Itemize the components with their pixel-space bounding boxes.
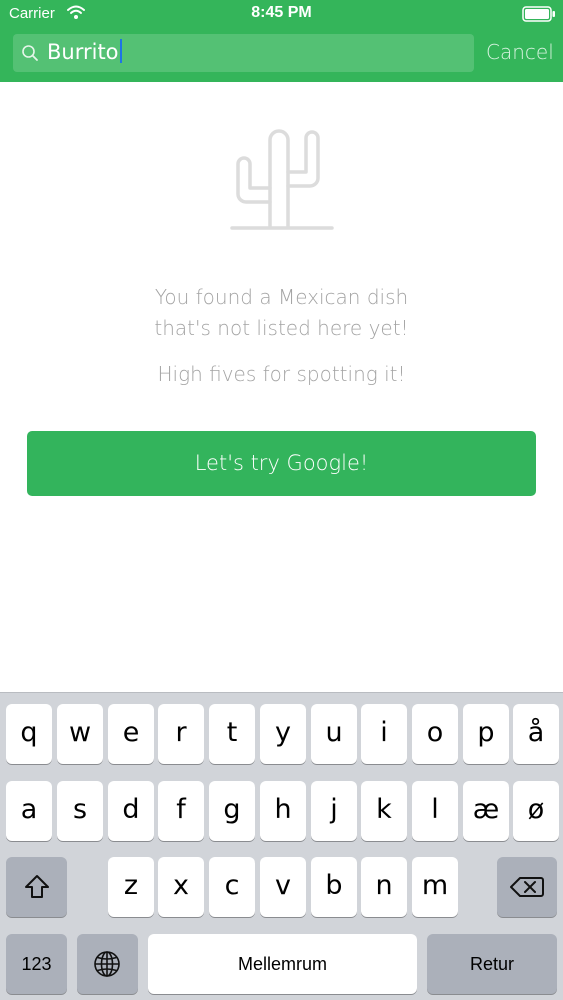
key-w[interactable]: w	[57, 704, 103, 764]
try-google-button[interactable]: Let's try Google!	[27, 431, 536, 496]
key-o-slash[interactable]: ø	[513, 781, 559, 841]
key-a[interactable]: a	[6, 781, 52, 841]
empty-state-message: You found a Mexican dish that's not list…	[0, 282, 563, 344]
search-query: Burrito	[47, 39, 122, 64]
key-y[interactable]: y	[260, 704, 306, 764]
status-bar: Carrier 8:45 PM	[0, 0, 563, 30]
message-line-1: You found a Mexican dish	[154, 285, 409, 309]
globe-key[interactable]	[77, 934, 138, 994]
cactus-icon	[230, 129, 334, 230]
key-l[interactable]: l	[412, 781, 458, 841]
globe-icon	[94, 951, 120, 977]
key-g[interactable]: g	[209, 781, 255, 841]
shift-icon	[25, 875, 49, 898]
key-ae[interactable]: æ	[463, 781, 509, 841]
key-v[interactable]: v	[260, 857, 306, 917]
empty-state-subtext: High fives for spotting it!	[157, 362, 406, 386]
numbers-key[interactable]: 123	[6, 934, 67, 994]
return-key[interactable]: Retur	[427, 934, 557, 994]
key-k[interactable]: k	[361, 781, 407, 841]
search-icon	[22, 45, 38, 61]
key-p[interactable]: p	[463, 704, 509, 764]
key-r[interactable]: r	[158, 704, 204, 764]
text-cursor	[119, 39, 122, 63]
key-j[interactable]: j	[311, 781, 357, 841]
key-f[interactable]: f	[158, 781, 204, 841]
key-a-ring[interactable]: å	[513, 704, 559, 764]
key-c[interactable]: c	[209, 857, 255, 917]
key-u[interactable]: u	[311, 704, 357, 764]
key-z[interactable]: z	[108, 857, 154, 917]
key-i[interactable]: i	[361, 704, 407, 764]
key-d[interactable]: d	[108, 781, 154, 841]
status-time: 8:45 PM	[251, 4, 312, 21]
backspace-key[interactable]	[497, 857, 557, 917]
key-n[interactable]: n	[361, 857, 407, 917]
key-m[interactable]: m	[412, 857, 458, 917]
key-o[interactable]: o	[412, 704, 458, 764]
key-x[interactable]: x	[158, 857, 204, 917]
shift-key[interactable]	[6, 857, 67, 917]
keyboard: q w e r t y u i o p å a s d f g h j k l …	[0, 692, 563, 1000]
key-q[interactable]: q	[6, 704, 52, 764]
key-b[interactable]: b	[311, 857, 357, 917]
space-key[interactable]: Mellemrum	[148, 934, 417, 994]
cancel-button[interactable]: Cancel	[486, 40, 554, 64]
search-input[interactable]: Burrito	[13, 34, 474, 72]
battery-icon	[522, 6, 555, 22]
key-s[interactable]: s	[57, 781, 103, 841]
key-t[interactable]: t	[209, 704, 255, 764]
key-e[interactable]: e	[108, 704, 154, 764]
navigation-bar: Carrier 8:45 PM Burrito Cancel	[0, 0, 563, 82]
message-line-2: that's not listed here yet!	[154, 316, 409, 340]
backspace-icon	[510, 877, 544, 897]
key-h[interactable]: h	[260, 781, 306, 841]
